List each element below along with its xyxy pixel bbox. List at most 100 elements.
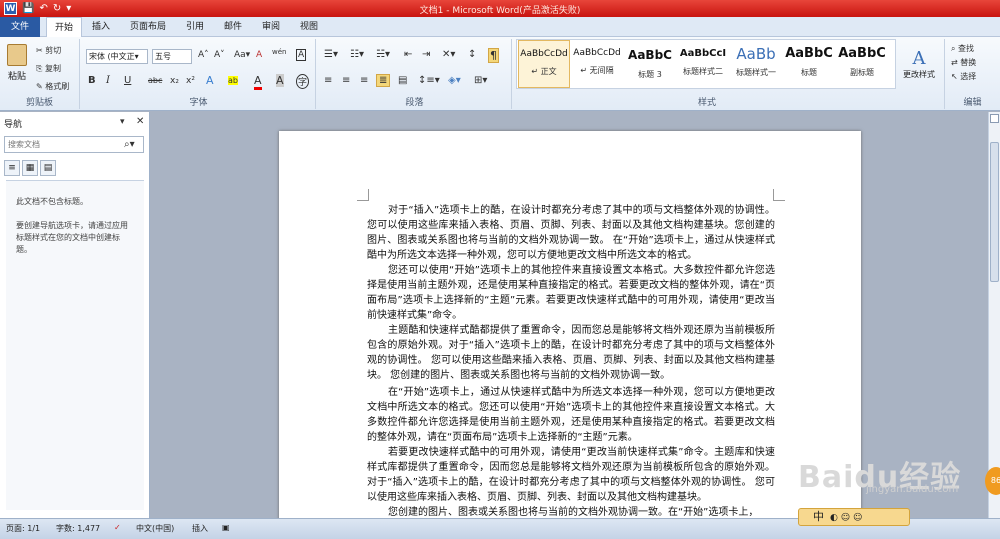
proofing-icon[interactable]: ✓ [114, 523, 121, 532]
insert-mode[interactable]: 插入 [192, 523, 208, 534]
align-center-icon[interactable]: ≡ [342, 75, 350, 86]
close-icon[interactable]: ✕ [136, 116, 144, 127]
bullets-icon[interactable]: ☰▾ [324, 49, 338, 60]
find-icon: ⌕ [951, 44, 959, 53]
paragraph[interactable]: 对于“插入”选项卡上的酷，在设计时都充分考虑了其中的项与文档整体外观的协调性。您… [367, 203, 775, 263]
tab-home[interactable]: 开始 [46, 17, 82, 38]
copy-button[interactable]: ⎘ 复制 [36, 63, 61, 74]
line-spacing-icon[interactable]: ↕≡▾ [418, 75, 440, 86]
grow-font-button[interactable]: A˄ [198, 50, 209, 60]
distributed-icon[interactable]: ▤ [398, 75, 407, 86]
ribbon-tabs: 文件 开始 插入 页面布局 引用 邮件 审阅 视图 [0, 17, 1000, 38]
ribbon: 粘贴 ✂ 剪切 ⎘ 复制 ✎ 格式刷 剪贴板 宋体 (中文正▾ 五号 A˄ A˅… [0, 37, 1000, 111]
vertical-scrollbar[interactable] [988, 112, 1000, 518]
clear-format-button[interactable]: A [256, 50, 262, 60]
superscript-button[interactable]: x² [186, 76, 195, 86]
cut-button[interactable]: ✂ 剪切 [36, 45, 61, 56]
tab-references[interactable]: 引用 [178, 17, 212, 37]
increase-indent-icon[interactable]: ⇥ [422, 49, 430, 60]
find-button[interactable]: ⌕ 查找 [951, 43, 974, 54]
ime-toolbar[interactable]: 中 ◐ ☺ ☺ [798, 508, 910, 526]
borders-icon[interactable]: ⊞▾ [474, 75, 487, 86]
select-button[interactable]: ↖ 选择 [951, 71, 976, 82]
brush-icon: ✎ [36, 82, 46, 91]
align-right-icon[interactable]: ≡ [360, 75, 368, 86]
font-size-select[interactable]: 五号 [152, 49, 192, 64]
chinese-layout-icon[interactable]: ✕▾ [442, 49, 455, 60]
styles-gallery: AaBbCcDd ↵ 正文 AaBbCcDd ↵ 无间隔 AaBbC 标题 3 AaB… [516, 39, 896, 89]
style-subtitle[interactable]: AaBbC 副标题 [836, 40, 888, 88]
strikethrough-button[interactable]: abc [148, 76, 162, 85]
justify-icon[interactable]: ≣ [376, 74, 391, 87]
nav-search-input[interactable]: 搜索文档 [4, 136, 144, 153]
floating-badge[interactable]: 86 [985, 467, 1000, 495]
tab-file[interactable]: 文件 [0, 17, 40, 37]
paragraph[interactable]: 在“开始”选项卡上，通过从快速样式酷中为所选文本选择一种外观，您可以方便地更改文… [367, 385, 775, 445]
font-group: 宋体 (中文正▾ 五号 A˄ A˅ Aa▾ A wén A B I U abc … [82, 39, 316, 109]
nav-menu-icon[interactable]: ▾ [120, 117, 125, 127]
watermark-url: jingyan.baidu.com [866, 484, 959, 495]
change-case-button[interactable]: Aa▾ [234, 50, 250, 60]
char-border-button[interactable]: A [296, 49, 307, 61]
highlight-button[interactable]: ab [228, 76, 238, 85]
style-title[interactable]: AaBbC 标题 [783, 40, 835, 88]
char-shading-button[interactable]: A [276, 74, 284, 87]
sort-icon[interactable]: ↕ [468, 49, 476, 60]
nav-results-tab-icon[interactable]: ▤ [40, 160, 56, 176]
ruler-toggle-icon[interactable] [990, 114, 999, 123]
tab-mailings[interactable]: 邮件 [216, 17, 250, 37]
style-heading-style-2[interactable]: AaBbCcI 标题样式二 [677, 40, 729, 88]
change-styles-icon: A [912, 48, 926, 69]
style-no-spacing[interactable]: AaBbCcDd ↵ 无间隔 [571, 40, 623, 88]
title-bar: W 💾 ↶ ↻ ▾ 文档1 - Microsoft Word(产品激活失败) [0, 0, 1000, 17]
tab-view[interactable]: 视图 [292, 17, 326, 37]
align-left-icon[interactable]: ≡ [324, 75, 332, 86]
tab-page-layout[interactable]: 页面布局 [124, 17, 172, 37]
crop-mark [773, 189, 785, 201]
enclose-char-button[interactable]: 字 [296, 74, 310, 89]
paragraph[interactable]: 您还可以使用“开始”选项卡上的其他控件来直接设置文本格式。大多数控件都允许您选择… [367, 263, 775, 323]
font-name-select[interactable]: 宋体 (中文正▾ [86, 49, 148, 64]
page-count[interactable]: 页面: 1/1 [6, 523, 40, 534]
macro-icon[interactable]: ▣ [222, 523, 230, 532]
shading-icon[interactable]: ◈▾ [448, 75, 461, 86]
format-painter-button[interactable]: ✎ 格式刷 [36, 81, 69, 92]
text-effect-button[interactable]: A [206, 74, 214, 87]
shrink-font-button[interactable]: A˅ [214, 50, 225, 60]
styles-label: 样式 [697, 98, 716, 108]
multilevel-list-icon[interactable]: ☵▾ [376, 49, 390, 60]
word-count[interactable]: 字数: 1,477 [56, 523, 100, 534]
decrease-indent-icon[interactable]: ⇤ [404, 49, 412, 60]
font-color-button[interactable]: A [254, 74, 262, 90]
style-heading-3[interactable]: AaBbC 标题 3 [624, 40, 676, 88]
nav-headings-tab-icon[interactable]: ≡ [4, 160, 20, 176]
paragraph[interactable]: 若要更改快速样式酷中的可用外观，请使用“更改当前快速样式集”命令。主题库和快速样… [367, 445, 775, 505]
paragraph[interactable]: 主题酷和快速样式酷都提供了重置命令，因而您总是能够将文档外观还原为当前模板所包含… [367, 323, 775, 383]
phonetic-guide-button[interactable]: wén [272, 48, 286, 56]
paste-button[interactable]: 粘贴 [4, 41, 30, 85]
tab-review[interactable]: 审阅 [254, 17, 288, 37]
paragraph[interactable]: 您创建的图片、图表或关系图也将与当前的文档外观协调一致。在“开始”选项卡上， [367, 505, 775, 518]
paragraph-group: ☰▾ ☷▾ ☵▾ ⇤ ⇥ ✕▾ ↕ ¶ ≡ ≡ ≡ ≣ ▤ ↕≡▾ ◈▾ ⊞▾ … [318, 39, 512, 109]
scroll-thumb[interactable] [990, 142, 999, 282]
ime-icons: ◐ ☺ ☺ [830, 513, 863, 523]
show-marks-icon[interactable]: ¶ [488, 48, 499, 63]
replace-button[interactable]: ⇄ 替换 [951, 57, 976, 68]
numbering-icon[interactable]: ☷▾ [350, 49, 364, 60]
change-styles-button[interactable]: A 更改样式 [900, 41, 938, 87]
document-page[interactable]: 对于“插入”选项卡上的酷，在设计时都充分考虑了其中的项与文档整体外观的协调性。您… [279, 131, 861, 518]
language[interactable]: 中文(中国) [136, 523, 174, 534]
italic-button[interactable]: I [106, 75, 110, 86]
style-normal[interactable]: AaBbCcDd ↵ 正文 [518, 40, 570, 88]
style-heading-style-1[interactable]: AaBb 标题样式一 [730, 40, 782, 88]
underline-button[interactable]: U [124, 75, 131, 86]
clipboard-icon [7, 44, 27, 66]
editing-label: 编辑 [963, 98, 982, 108]
subscript-button[interactable]: x₂ [170, 76, 179, 86]
copy-icon: ⎘ [36, 64, 45, 73]
search-icon[interactable]: ⌕▾ [124, 139, 135, 150]
window-title: 文档1 - Microsoft Word(产品激活失败) [419, 6, 581, 16]
tab-insert[interactable]: 插入 [84, 17, 118, 37]
bold-button[interactable]: B [88, 75, 96, 86]
nav-pages-tab-icon[interactable]: ▦ [22, 160, 38, 176]
